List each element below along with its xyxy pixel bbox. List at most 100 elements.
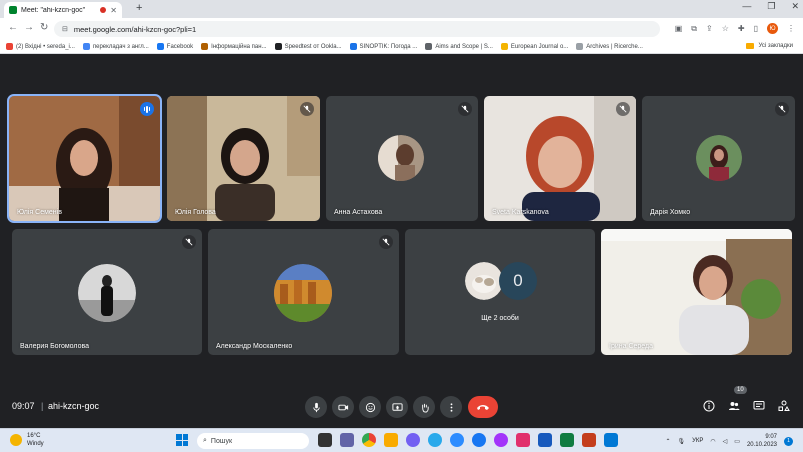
instagram-icon[interactable]: [516, 433, 530, 447]
keyboard-layout[interactable]: УКР: [692, 438, 703, 444]
clock-time: 9:07: [765, 434, 777, 440]
participant-tile[interactable]: Юлія Семенів: [7, 94, 162, 223]
bookmark-favicon-icon: [82, 43, 90, 50]
leave-call-button[interactable]: [468, 396, 498, 418]
back-icon[interactable]: ←: [8, 22, 18, 33]
tray-overflow-icon[interactable]: ⌃: [665, 438, 670, 445]
camera-icon: [337, 404, 348, 410]
chrome-menu-icon[interactable]: ⋮: [787, 24, 795, 33]
telegram-icon[interactable]: [428, 433, 442, 447]
mic-icon: [312, 402, 320, 412]
mic-muted-icon: [458, 102, 472, 116]
present-button[interactable]: [386, 396, 408, 418]
facebook-icon[interactable]: [472, 433, 486, 447]
messenger-icon[interactable]: [494, 433, 508, 447]
others-avatar: [465, 262, 503, 300]
word-icon[interactable]: [538, 433, 552, 447]
tab-meet[interactable]: Meet: "ahi-kzcn-goc" ✕: [4, 2, 122, 18]
viber-icon[interactable]: [406, 433, 420, 447]
mic-button[interactable]: [305, 396, 327, 418]
new-tab-button[interactable]: +: [136, 2, 142, 14]
participant-tile[interactable]: Дарія Хомко: [642, 96, 795, 221]
taskbar-apps: [318, 433, 618, 447]
participant-video: [167, 96, 320, 221]
more-options-button[interactable]: [440, 396, 462, 418]
meeting-time: 09:07: [12, 401, 35, 411]
bookmark-item[interactable]: European Journal o...: [500, 43, 569, 50]
start-button-icon[interactable]: [176, 434, 188, 446]
site-info-icon[interactable]: ⊟: [62, 25, 68, 33]
notification-badge[interactable]: 1: [784, 436, 793, 446]
maximize-icon[interactable]: ❐: [767, 1, 775, 12]
participant-tile[interactable]: Анна Астахова: [326, 96, 478, 221]
bookmark-item[interactable]: Archives | Ricerche...: [576, 43, 643, 50]
all-bookmarks-folder[interactable]: Усі закладки: [746, 43, 793, 49]
bookmark-star-icon[interactable]: ☆: [722, 24, 729, 33]
share-icon[interactable]: ⇪: [706, 24, 713, 33]
volume-icon[interactable]: ◁: [723, 438, 728, 445]
others-label: Ще 2 особи: [481, 315, 519, 322]
chrome-icon[interactable]: [362, 433, 376, 447]
people-icon[interactable]: [728, 400, 740, 412]
bookmark-item[interactable]: перекладач з англ...: [82, 43, 149, 50]
bookmark-favicon-icon: [500, 43, 508, 50]
bookmark-item[interactable]: Інформаційна пан...: [201, 43, 267, 50]
camera-in-use-icon[interactable]: ▣: [675, 24, 683, 33]
bookmark-item[interactable]: Aims and Scope | S...: [425, 43, 493, 50]
participant-avatar: [78, 264, 136, 322]
bookmark-label: Archives | Ricerche...: [586, 43, 643, 50]
meeting-code[interactable]: ahi-kzcn-goc: [48, 401, 99, 411]
profile-avatar[interactable]: Ю: [767, 23, 778, 34]
participant-avatar: [696, 135, 742, 181]
bookmark-label: (2) Вхідні • sereda_i...: [16, 43, 75, 50]
participant-name: Дарія Хомко: [650, 209, 691, 216]
excel-icon[interactable]: [560, 433, 574, 447]
search-icon: ⌕: [203, 437, 207, 444]
translate-icon[interactable]: ⧉: [691, 24, 697, 34]
store-icon[interactable]: [604, 433, 618, 447]
tab-close-icon[interactable]: ✕: [110, 6, 117, 15]
teams-chat-icon[interactable]: [340, 433, 354, 447]
powerpoint-icon[interactable]: [582, 433, 596, 447]
bookmark-item[interactable]: Facebook: [156, 43, 193, 50]
camera-button[interactable]: [332, 396, 354, 418]
task-view-icon[interactable]: [318, 433, 332, 447]
reactions-button[interactable]: [359, 396, 381, 418]
side-panel-icon[interactable]: ▯: [754, 24, 758, 33]
meet-favicon-icon: [9, 6, 17, 14]
close-window-icon[interactable]: ✕: [791, 1, 799, 12]
mic-muted-icon: [616, 102, 630, 116]
chat-icon[interactable]: [753, 400, 765, 412]
wifi-icon[interactable]: ◠: [710, 438, 715, 445]
participant-tile[interactable]: Александр Москаленко: [208, 229, 399, 355]
taskbar-clock[interactable]: 9:07 20.10.2023: [747, 433, 777, 449]
file-explorer-icon[interactable]: [384, 433, 398, 447]
activities-icon[interactable]: [778, 400, 790, 412]
meeting-details-icon[interactable]: [703, 400, 715, 412]
participant-tile[interactable]: Sveta Karskanova: [484, 96, 636, 221]
others-tile[interactable]: 0 Ще 2 особи: [405, 229, 595, 355]
forward-icon[interactable]: →: [24, 22, 34, 33]
omnibox[interactable]: ⊟ meet.google.com/ahi-kzcn-goc?pli=1: [54, 21, 660, 37]
bookmark-label: European Journal o...: [510, 43, 569, 50]
extensions-icon[interactable]: ✚: [738, 24, 745, 33]
minimize-icon[interactable]: —: [742, 1, 751, 12]
weather-desc: Windy: [27, 441, 44, 447]
participant-tile[interactable]: Ірина Середа: [601, 229, 792, 355]
url-text: meet.google.com/ahi-kzcn-goc?pli=1: [73, 24, 197, 34]
participant-video: [601, 229, 792, 355]
participant-tile[interactable]: Валерия Богомолова: [12, 229, 202, 355]
bookmark-item[interactable]: SINOPTIK: Погода ...: [349, 43, 417, 50]
bookmark-item[interactable]: (2) Вхідні • sereda_i...: [6, 43, 75, 50]
taskbar-search[interactable]: ⌕ Пошук: [197, 433, 309, 449]
mic-tray-icon[interactable]: 🎙: [677, 438, 685, 445]
zoom-icon[interactable]: [450, 433, 464, 447]
raise-hand-button[interactable]: [413, 396, 435, 418]
people-count-badge: 10: [734, 386, 747, 394]
reload-icon[interactable]: ↻: [40, 22, 48, 33]
battery-icon[interactable]: ▭: [734, 438, 740, 445]
participant-tile[interactable]: Юлія Голова: [167, 96, 320, 221]
meeting-separator: |: [41, 401, 44, 411]
bookmark-item[interactable]: Speedtest от Ookla...: [274, 43, 342, 50]
weather-widget[interactable]: 16°C Windy: [10, 432, 44, 448]
